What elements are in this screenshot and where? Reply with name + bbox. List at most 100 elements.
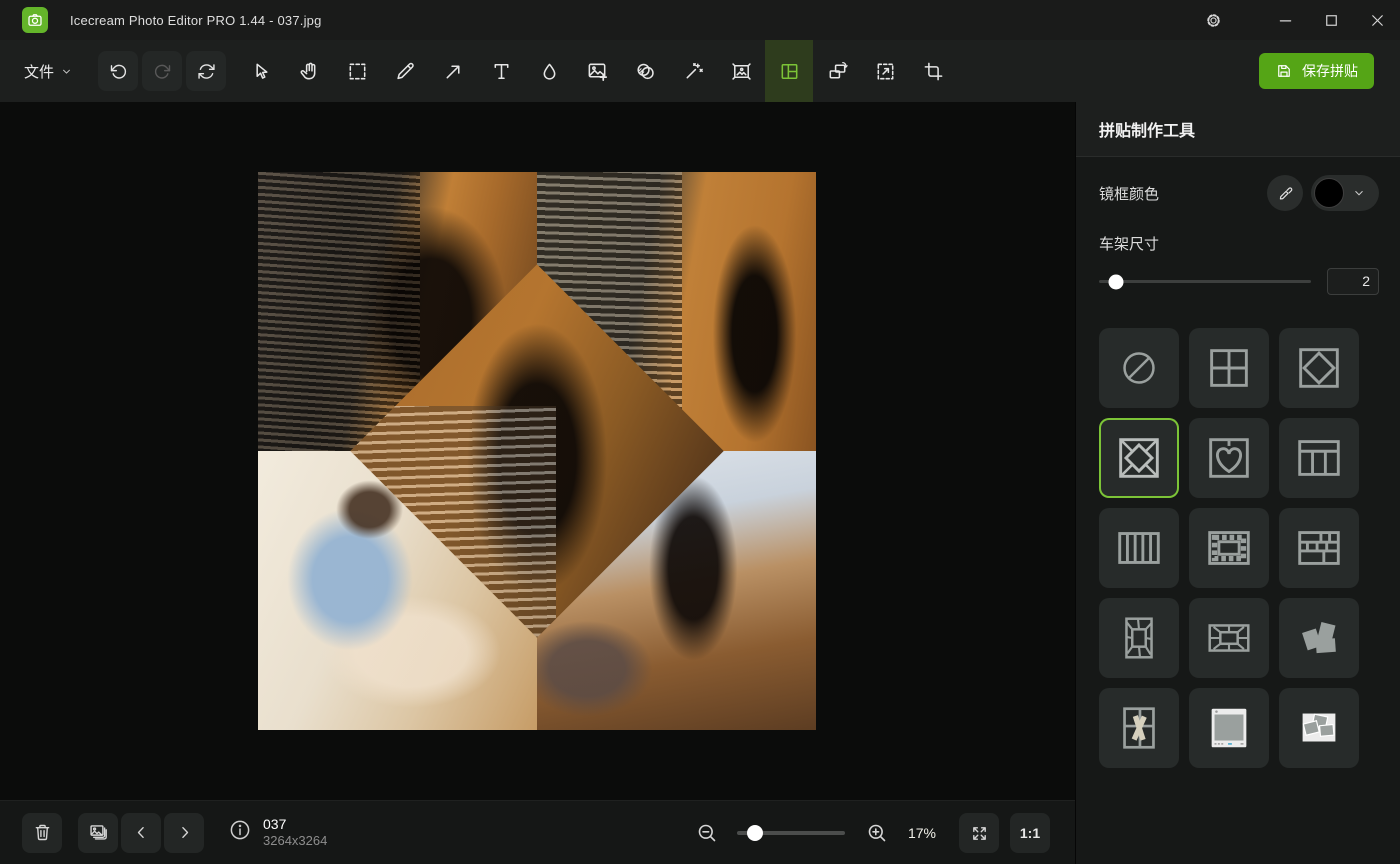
layout-grid-2x2-icon xyxy=(1202,341,1256,395)
zoom-slider-thumb[interactable] xyxy=(747,825,763,841)
layout-stripes[interactable] xyxy=(1099,508,1179,588)
collage-panel: 拼贴制作工具 镜框颜色 车架尺寸 xyxy=(1075,102,1400,864)
retouch-icon xyxy=(682,60,705,83)
rotate-icon xyxy=(196,61,217,82)
zoom-out-button[interactable] xyxy=(695,821,719,845)
titlebar: Icecream Photo Editor PRO 1.44 - 037.jpg xyxy=(0,0,1400,40)
save-collage-button[interactable]: 保存拼贴 xyxy=(1259,53,1374,89)
hand-tool[interactable] xyxy=(285,40,333,102)
delete-image-button[interactable] xyxy=(22,813,62,853)
eyedropper-icon xyxy=(1276,184,1295,203)
crop-tool[interactable] xyxy=(909,40,957,102)
undo-icon xyxy=(108,61,129,82)
marquee-icon xyxy=(346,60,369,83)
next-image-button[interactable] xyxy=(164,813,204,853)
layout-bricks[interactable] xyxy=(1279,508,1359,588)
layout-grid xyxy=(1099,328,1379,768)
maximize-button[interactable] xyxy=(1308,0,1354,40)
layout-shatter-landscape[interactable] xyxy=(1189,598,1269,678)
resize-tool[interactable] xyxy=(861,40,909,102)
layout-scattered-photos[interactable] xyxy=(1279,598,1359,678)
text-icon xyxy=(490,60,513,83)
pointer-icon xyxy=(250,60,273,83)
collage-tool[interactable] xyxy=(765,40,813,102)
layout-stripes-icon xyxy=(1112,521,1166,575)
layout-heart[interactable] xyxy=(1189,418,1269,498)
save-icon xyxy=(1275,62,1293,80)
chevron-down-icon xyxy=(1353,187,1365,199)
chevron-down-icon xyxy=(61,66,72,77)
frame-size-slider[interactable] xyxy=(1099,280,1311,283)
frame-tool[interactable] xyxy=(717,40,765,102)
images-icon xyxy=(88,822,109,843)
eyedropper-button[interactable] xyxy=(1267,175,1303,211)
layout-none[interactable] xyxy=(1099,328,1179,408)
layout-shatter-portrait[interactable] xyxy=(1099,598,1179,678)
zoom-percent: 17% xyxy=(905,825,939,841)
minimize-button[interactable] xyxy=(1262,0,1308,40)
retouch-tool[interactable] xyxy=(669,40,717,102)
layout-grid-2x2[interactable] xyxy=(1189,328,1269,408)
close-button[interactable] xyxy=(1354,0,1400,40)
filename-text: 037 xyxy=(263,816,327,834)
marquee-tool[interactable] xyxy=(333,40,381,102)
actual-size-button[interactable]: 1:1 xyxy=(1010,813,1050,853)
flip-tool[interactable] xyxy=(813,40,861,102)
history-group xyxy=(98,51,226,91)
panel-title: 拼贴制作工具 xyxy=(1099,117,1195,141)
layout-taped-grid[interactable] xyxy=(1099,688,1179,768)
layout-scattered-photos-icon xyxy=(1292,611,1346,665)
layout-taped-grid-icon xyxy=(1112,701,1166,755)
resize-icon xyxy=(874,60,897,83)
frame-size-label: 车架尺寸 xyxy=(1099,233,1379,254)
frame-color-label: 镜框颜色 xyxy=(1099,183,1159,204)
zoom-out-icon xyxy=(695,821,719,845)
flip-icon xyxy=(826,60,849,83)
frame-color-row: 镜框颜色 xyxy=(1099,175,1379,211)
zoom-slider[interactable] xyxy=(737,831,845,835)
file-menu[interactable]: 文件 xyxy=(24,61,72,82)
blur-tool[interactable] xyxy=(525,40,573,102)
add-image-tool[interactable] xyxy=(573,40,621,102)
collage-icon xyxy=(778,60,801,83)
layout-photo-card[interactable] xyxy=(1189,688,1269,768)
layout-tile-border-icon xyxy=(1202,521,1256,575)
rotate-button[interactable] xyxy=(186,51,226,91)
arrow-tool[interactable] xyxy=(429,40,477,102)
zoom-in-button[interactable] xyxy=(865,821,889,845)
layout-checker-polaroids[interactable] xyxy=(1279,688,1359,768)
info-icon[interactable] xyxy=(228,818,252,847)
settings-gear-icon[interactable] xyxy=(1190,0,1236,40)
layout-banner-columns-icon xyxy=(1292,431,1346,485)
app-window: Icecream Photo Editor PRO 1.44 - 037.jpg… xyxy=(0,0,1400,864)
canvas-area[interactable] xyxy=(0,102,1075,800)
layout-shatter-landscape-icon xyxy=(1202,611,1256,665)
open-gallery-button[interactable] xyxy=(78,813,118,853)
undo-button[interactable] xyxy=(98,51,138,91)
layout-diamond-corners[interactable] xyxy=(1099,418,1179,498)
pencil-icon xyxy=(394,60,417,83)
fit-to-screen-button[interactable] xyxy=(959,813,999,853)
app-logo-icon xyxy=(22,7,48,33)
previous-image-button[interactable] xyxy=(121,813,161,853)
pointer-tool[interactable] xyxy=(237,40,285,102)
window-controls xyxy=(1190,0,1400,40)
redo-icon xyxy=(152,61,173,82)
text-tool[interactable] xyxy=(477,40,525,102)
filters-tool[interactable] xyxy=(621,40,669,102)
layout-diamond[interactable] xyxy=(1279,328,1359,408)
arrow-icon xyxy=(442,60,465,83)
frame-color-swatch xyxy=(1314,178,1344,208)
redo-button[interactable] xyxy=(142,51,182,91)
pencil-tool[interactable] xyxy=(381,40,429,102)
save-button-label: 保存拼贴 xyxy=(1302,61,1358,81)
frame-color-picker[interactable] xyxy=(1311,175,1379,211)
layout-heart-icon xyxy=(1202,431,1256,485)
layout-tile-border[interactable] xyxy=(1189,508,1269,588)
frame-size-row: 2 xyxy=(1099,268,1379,295)
frame-size-slider-thumb[interactable] xyxy=(1109,274,1124,289)
blur-icon xyxy=(538,60,561,83)
layout-banner-columns[interactable] xyxy=(1279,418,1359,498)
layout-none-icon xyxy=(1112,341,1166,395)
frame-size-value: 2 xyxy=(1327,268,1379,295)
